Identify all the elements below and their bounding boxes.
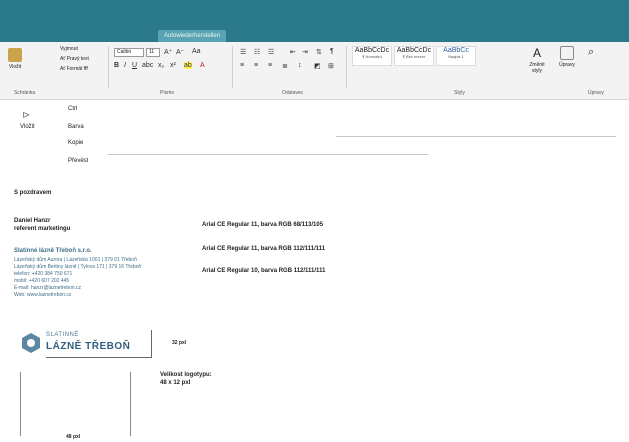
style-heading-1[interactable]: AaBbCc Nadpis 1 [436,46,476,66]
address-line: Lázeňský dům Bertiny lázně | Tylova 171 … [14,264,142,270]
word-window: Autowiederherstellen Vložit Vyjmout Ať P… [0,0,629,442]
logo-top-text: SLATINNÉ [46,332,79,338]
style-name: Nadpis 1 [448,54,464,59]
format-painter-button[interactable]: Ať Formát fff [60,66,88,72]
italic-icon[interactable]: I [124,62,126,69]
multilevel-icon[interactable]: ☲ [268,48,274,56]
superscript-icon[interactable]: x² [170,62,176,69]
group-label-clipboard: Schránka [14,90,36,96]
font-note-3: Arial CE Regular 10, barva RGB 112/111/1… [202,268,326,274]
web-link[interactable]: Web: www.laznetrebon.cz [14,292,71,298]
edit-button[interactable]: Úpravy [556,46,578,72]
change-styles-icon: A [532,46,541,60]
line-spacing-icon[interactable]: ↕ [298,62,302,69]
faded-line [336,136,616,137]
numbering-icon[interactable]: ☷ [254,48,260,56]
ribbon: Vložit Vyjmout Ať Pravý text Ať Formát f… [0,42,629,100]
style-no-spacing[interactable]: AaBbCcDc ¶ Bez mezer [394,46,434,66]
signature-name: Daniel Hanzr [14,218,51,224]
logo-bottom-text: LÁZNĚ TŘEBOŇ [46,341,131,352]
align-center-icon[interactable]: ≡ [254,62,258,69]
copy-button[interactable]: Ať Pravý text [60,56,89,62]
edit-icon [560,46,574,60]
company-logo: SLATINNÉ LÁZNĚ TŘEBOŇ 32 pxl [20,328,188,362]
underline-icon[interactable]: U [132,62,137,69]
logo-mark-icon [22,333,40,353]
style-name: ¶ Normální [362,54,382,59]
change-styles-button[interactable]: A Změnit styly [524,46,550,74]
shrink-font-icon[interactable]: A⁻ [176,48,184,56]
separator [108,46,109,88]
style-normal[interactable]: AaBbCcDc ¶ Normální [352,46,392,66]
group-label-edit: Úpravy [588,90,604,96]
align-left-icon[interactable]: ≡ [240,62,244,69]
find-icon[interactable]: ⌕ [588,46,594,59]
font-note-1: Arial CE Regular 11, barva RGB 68/113/10… [202,222,324,228]
logo-dimension-line [151,330,152,358]
font-name-select[interactable]: Calibri [114,48,144,57]
borders-icon[interactable]: ⊞ [328,62,334,70]
bold-icon[interactable]: B [114,62,119,69]
font-color-icon[interactable]: A [200,62,205,69]
style-preview: AaBbCc [443,47,469,54]
mobile: mobil: +420 607 202 445 [14,278,70,284]
font-note-2: Arial CE Regular 11, barva RGB 112/111/1… [202,246,326,252]
change-styles-label: Změnit styly [529,62,545,74]
subscript-icon[interactable]: x₂ [158,62,164,69]
company-name: Slatinné lázně Třeboň s.r.o. [14,248,92,254]
document-body[interactable]: S pozdravem Daniel Hanzr referent market… [0,100,629,442]
title-bar: Autowiederherstellen [0,0,629,42]
paste-icon [8,48,22,62]
style-preview: AaBbCcDc [396,47,432,54]
bullets-icon[interactable]: ☰ [240,48,246,56]
phone: telefon: +420 384 750 671 [14,271,73,277]
email-link[interactable]: E-mail: hanzr@laznetrebon.cz [14,285,81,291]
logo-size-title: Velikost logotypu: [160,372,212,378]
logo-dimension-line [46,357,151,358]
indent-increase-icon[interactable]: ⇥ [302,48,308,56]
sort-icon[interactable]: ⇅ [316,48,322,56]
logo-width-label: 32 pxl [172,340,187,346]
align-right-icon[interactable]: ≡ [268,62,272,69]
height-label: 48 pxl [66,434,81,440]
signature-role: referent marketingu [14,226,71,232]
separator [346,46,347,88]
indent-decrease-icon[interactable]: ⇤ [290,48,296,56]
clear-format-icon[interactable]: Aa [192,48,201,55]
paste-label: Vložit [8,64,22,70]
group-label-styles: Styly [454,90,465,96]
separator [232,46,233,88]
group-label-paragraph: Odstavec [282,90,304,96]
cut-button[interactable]: Vyjmout [60,46,78,52]
justify-icon[interactable]: ≣ [282,62,288,70]
style-name: ¶ Bez mezer [402,54,426,59]
dimension-line [20,372,21,436]
highlight-icon[interactable]: ab [184,62,192,69]
greeting: S pozdravem [14,190,52,196]
group-label-font: Písmo [160,90,175,96]
pilcrow-icon[interactable]: ¶ [330,48,334,55]
logo-size-value: 48 x 12 pxl [160,380,191,386]
paste-button[interactable]: Vložit [4,48,26,74]
strikethrough-icon[interactable]: abc [142,62,153,69]
edit-label: Úpravy [559,62,575,68]
shading-icon[interactable]: ◩ [314,62,321,70]
grow-font-icon[interactable]: A⁺ [164,48,172,56]
faded-line [108,154,428,155]
document-tab[interactable]: Autowiederherstellen [158,30,227,42]
address-line: Lázeňský dům Aurora | Lázeňská 1001 | 37… [14,257,137,263]
font-size-select[interactable]: 11 [146,48,160,57]
dimension-line [130,372,131,436]
style-preview: AaBbCcDc [354,47,390,54]
